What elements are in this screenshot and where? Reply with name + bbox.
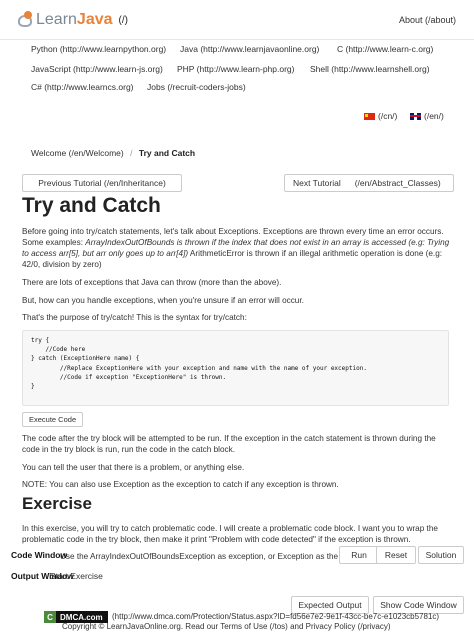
- code-line: } catch (ExceptionHere name) {: [31, 355, 140, 363]
- nav-link-php[interactable]: PHP (http://www.learn-php.org): [177, 64, 294, 74]
- execute-code-button[interactable]: Execute Code: [22, 412, 84, 427]
- copyright-text: Copyright © LearnJavaOnline.org. Read ou…: [62, 622, 391, 631]
- code-line: //Code here: [31, 346, 86, 354]
- dmca-status-link[interactable]: (http://www.dmca.com/Protection/Status.a…: [112, 612, 439, 621]
- exercise-title: Exercise: [22, 494, 92, 513]
- lang-en-link[interactable]: (/en/): [424, 111, 444, 121]
- exceptions-paragraph: There are lots of exceptions that Java c…: [22, 278, 282, 287]
- code-line: try {: [31, 337, 50, 344]
- nav-link-python[interactable]: Python (http://www.learnpython.org): [31, 44, 166, 54]
- intro-paragraph: Before going into try/catch statements, …: [22, 226, 454, 270]
- code-line: //Code if exception "ExceptionHere" is t…: [31, 373, 227, 381]
- code-line: //Replace ExceptionHere with your except…: [31, 364, 367, 372]
- exercise-hint-paragraph: Use the ArrayIndexOutOfBoundsException a…: [60, 552, 360, 561]
- purpose-paragraph: That's the purpose of try/catch! This is…: [22, 313, 247, 322]
- previous-tutorial-button[interactable]: Previous Tutorial (/en/Inheritance): [22, 174, 182, 192]
- lang-en[interactable]: (/en/): [410, 111, 444, 121]
- exercise-paragraph: In this exercise, you will try to catch …: [22, 524, 438, 544]
- solution-button[interactable]: Solution: [418, 546, 464, 564]
- breadcrumb-current: Try and Catch: [138, 148, 196, 158]
- logo-link[interactable]: (/): [119, 15, 128, 26]
- run-button[interactable]: Run: [339, 546, 379, 564]
- code-window-label[interactable]: Code Window: [11, 550, 67, 560]
- nav-link-jobs[interactable]: Jobs (/recruit-coders-jobs): [147, 82, 246, 92]
- handle-paragraph: But, how can you handle exceptions, when…: [22, 296, 304, 305]
- top-bar: Learn Java (/) About (/about): [0, 0, 474, 40]
- site-logo[interactable]: Learn Java (/): [16, 8, 128, 32]
- try-block-paragraph: The code after the try block will be att…: [22, 434, 436, 454]
- lang-cn-link[interactable]: (/cn/): [378, 111, 397, 121]
- breadcrumb-separator: /: [130, 148, 133, 158]
- code-line: }: [31, 383, 35, 391]
- nav-link-csharp[interactable]: C# (http://www.learncs.org): [31, 82, 134, 92]
- nav-link-javascript[interactable]: JavaScript (http://www.learn-js.org): [31, 64, 163, 74]
- note-paragraph: NOTE: You can also use Exception as the …: [22, 480, 339, 489]
- logo-icon: [16, 11, 34, 29]
- reset-button[interactable]: Reset: [376, 546, 416, 564]
- breadcrumb: Welcome (/en/Welcome) / Try and Catch: [31, 148, 195, 158]
- nav-link-c[interactable]: C (http://www.learn-c.org): [337, 44, 433, 54]
- nav-link-shell[interactable]: Shell (http://www.learnshell.org): [310, 64, 430, 74]
- next-tutorial-label: Next Tutorial: [293, 178, 341, 188]
- next-tutorial-link: (/en/Abstract_Classes): [354, 178, 441, 188]
- lang-cn[interactable]: (/cn/): [364, 111, 397, 121]
- next-tutorial-button[interactable]: Next Tutorial (/en/Abstract_Classes): [284, 174, 454, 192]
- dmca-shield-icon: C: [44, 611, 56, 623]
- dmca-text: DMCA.com: [60, 612, 103, 622]
- tell-user-paragraph: You can tell the user that there is a pr…: [22, 463, 245, 472]
- uk-flag-icon: [410, 112, 421, 120]
- china-flag-icon: [364, 112, 375, 120]
- about-link[interactable]: About (/about): [399, 15, 456, 25]
- code-block: try { //Code here } catch (ExceptionHere…: [22, 330, 449, 406]
- breadcrumb-home[interactable]: Welcome (/en/Welcome): [31, 148, 124, 158]
- page-title: Try and Catch: [22, 194, 161, 217]
- nav-link-java[interactable]: Java (http://www.learnjavaonline.org): [180, 44, 319, 54]
- logo-learn-text: Learn: [36, 11, 77, 28]
- start-exercise-button[interactable]: Start Exercise: [50, 567, 103, 585]
- logo-java-text: Java: [76, 11, 113, 28]
